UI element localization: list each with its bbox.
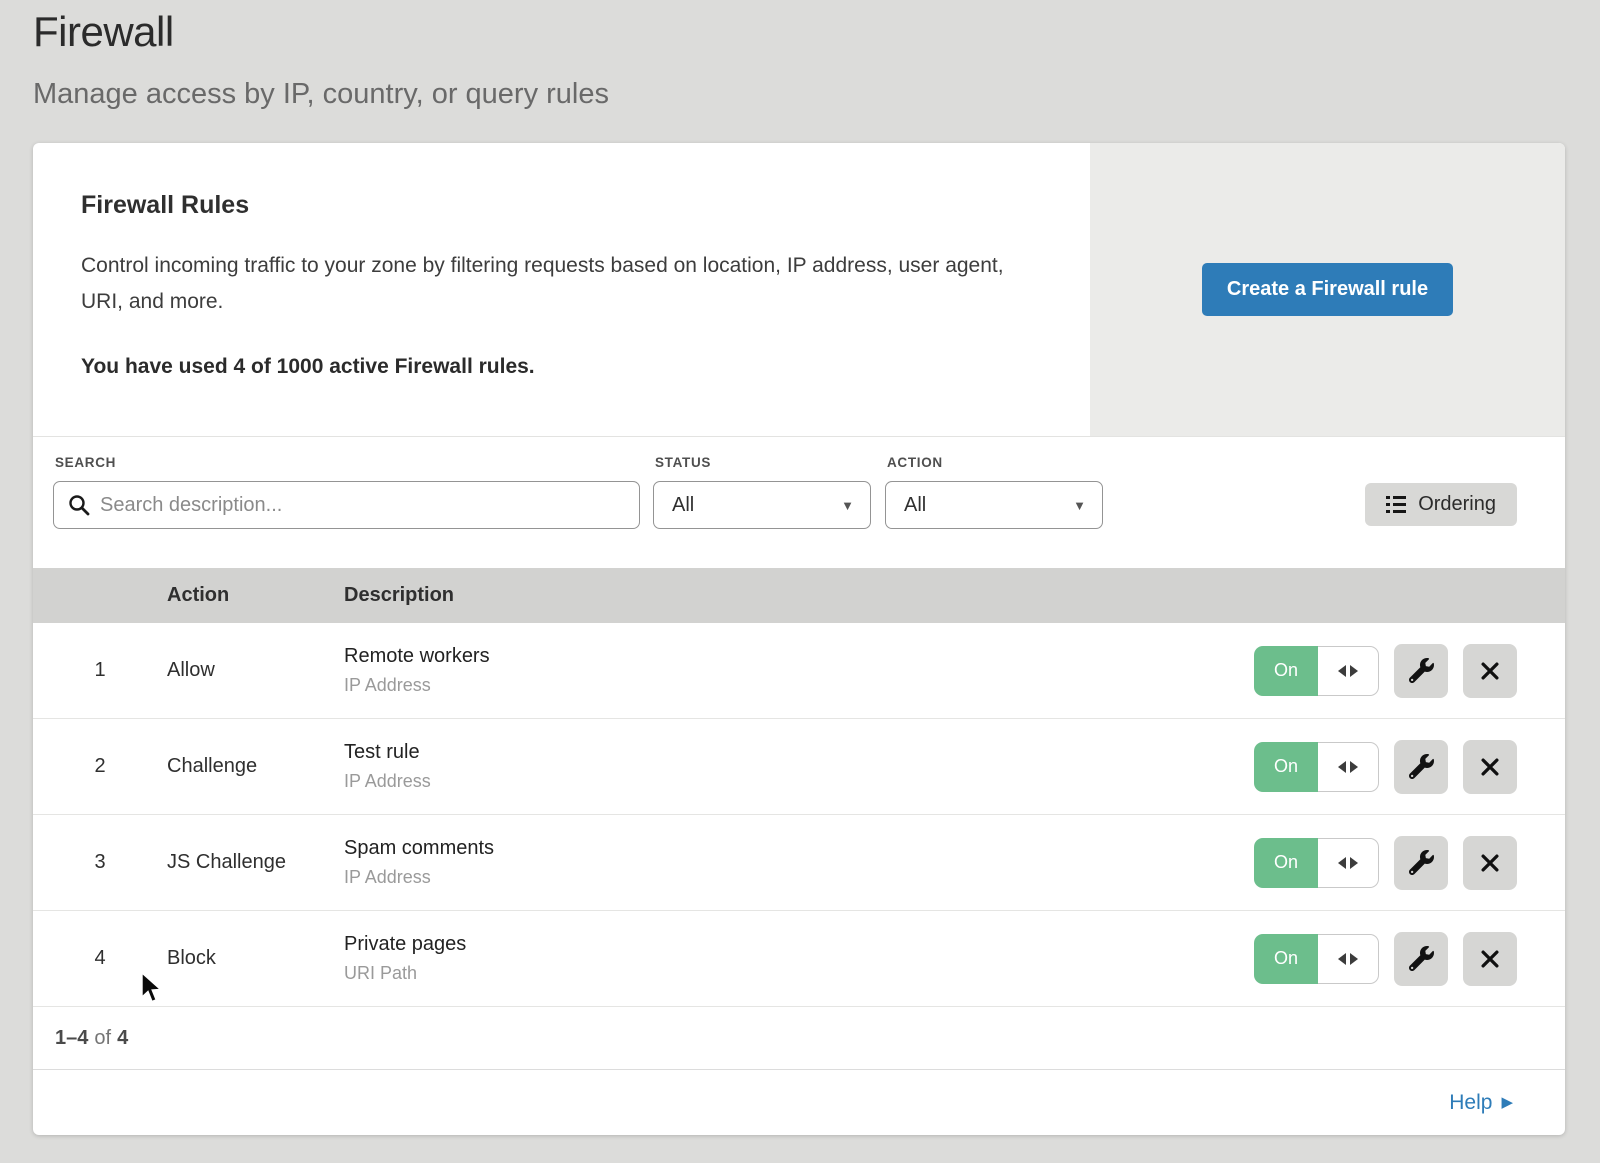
- column-header-action: Action: [167, 584, 344, 607]
- wrench-icon: [1409, 946, 1434, 971]
- rule-description-cell: Remote workers IP Address: [344, 645, 1254, 696]
- action-group: ACTION All ▼: [885, 455, 1103, 529]
- toggle-on-label[interactable]: On: [1254, 646, 1318, 696]
- card-top-section: Firewall Rules Control incoming traffic …: [33, 143, 1565, 437]
- edit-rule-button[interactable]: [1394, 932, 1448, 986]
- table-row: 3 JS Challenge Spam comments IP Address …: [33, 815, 1565, 911]
- pagination-range: 1–4: [55, 1027, 88, 1050]
- filter-bar: SEARCH STATUS All ▼: [33, 437, 1565, 568]
- status-select[interactable]: All ▼: [653, 481, 871, 529]
- x-icon: [1479, 852, 1501, 874]
- rule-controls: On: [1254, 740, 1565, 794]
- rule-priority: 3: [33, 851, 167, 874]
- page-title: Firewall: [33, 8, 174, 56]
- toggle-arrows-icon[interactable]: [1318, 646, 1379, 696]
- rule-description: Test rule: [344, 741, 1254, 764]
- search-input[interactable]: [53, 481, 640, 529]
- rule-description: Remote workers: [344, 645, 1254, 668]
- rule-field: IP Address: [344, 867, 1254, 888]
- rule-priority: 2: [33, 755, 167, 778]
- delete-rule-button[interactable]: [1463, 644, 1517, 698]
- delete-rule-button[interactable]: [1463, 836, 1517, 890]
- card-description: Control incoming traffic to your zone by…: [81, 248, 1041, 320]
- toggle-on-label[interactable]: On: [1254, 934, 1318, 984]
- arrow-right-icon: ▶: [1501, 1095, 1513, 1110]
- table-row: 1 Allow Remote workers IP Address On: [33, 623, 1565, 719]
- rule-enabled-toggle[interactable]: On: [1254, 838, 1379, 888]
- firewall-page: Firewall Manage access by IP, country, o…: [0, 0, 1600, 1163]
- table-body: 1 Allow Remote workers IP Address On: [33, 623, 1565, 1007]
- rule-priority: 1: [33, 659, 167, 682]
- rule-action: JS Challenge: [167, 851, 344, 874]
- pagination-of: of: [94, 1027, 111, 1050]
- card-heading: Firewall Rules: [81, 191, 1042, 220]
- rule-enabled-toggle[interactable]: On: [1254, 934, 1379, 984]
- action-value: All: [904, 494, 926, 517]
- rule-field: IP Address: [344, 675, 1254, 696]
- help-link[interactable]: Help ▶: [1449, 1091, 1513, 1115]
- chevron-down-icon: ▼: [1073, 498, 1086, 513]
- toggle-on-label[interactable]: On: [1254, 742, 1318, 792]
- rule-description: Spam comments: [344, 837, 1254, 860]
- wrench-icon: [1409, 754, 1434, 779]
- edit-rule-button[interactable]: [1394, 644, 1448, 698]
- create-firewall-rule-button[interactable]: Create a Firewall rule: [1202, 263, 1453, 316]
- x-icon: [1479, 948, 1501, 970]
- toggle-arrows-icon[interactable]: [1318, 742, 1379, 792]
- rule-description-cell: Spam comments IP Address: [344, 837, 1254, 888]
- help-row: Help ▶: [33, 1070, 1565, 1135]
- toggle-on-label[interactable]: On: [1254, 838, 1318, 888]
- pagination-total: 4: [117, 1027, 128, 1050]
- chevron-down-icon: ▼: [841, 498, 854, 513]
- edit-rule-button[interactable]: [1394, 836, 1448, 890]
- list-icon: [1386, 496, 1407, 514]
- x-icon: [1479, 660, 1501, 682]
- edit-rule-button[interactable]: [1394, 740, 1448, 794]
- page-subtitle: Manage access by IP, country, or query r…: [33, 78, 609, 111]
- cta-panel: Create a Firewall rule: [1090, 143, 1565, 436]
- rule-description-cell: Test rule IP Address: [344, 741, 1254, 792]
- ordering-label: Ordering: [1418, 493, 1496, 516]
- rule-field: URI Path: [344, 963, 1254, 984]
- table-row: 4 Block Private pages URI Path On: [33, 911, 1565, 1007]
- pagination: 1–4 of 4: [33, 1007, 1565, 1070]
- rule-controls: On: [1254, 836, 1565, 890]
- rule-action: Allow: [167, 659, 344, 682]
- action-label: ACTION: [887, 455, 1103, 470]
- rule-field: IP Address: [344, 771, 1254, 792]
- rule-enabled-toggle[interactable]: On: [1254, 742, 1379, 792]
- wrench-icon: [1409, 850, 1434, 875]
- search-input-wrap: [53, 481, 640, 529]
- toggle-arrows-icon[interactable]: [1318, 934, 1379, 984]
- table-header: Action Description: [33, 568, 1565, 623]
- column-header-description: Description: [344, 584, 1565, 607]
- rule-description-cell: Private pages URI Path: [344, 933, 1254, 984]
- action-select[interactable]: All ▼: [885, 481, 1103, 529]
- status-label: STATUS: [655, 455, 871, 470]
- rule-controls: On: [1254, 932, 1565, 986]
- ordering-button[interactable]: Ordering: [1365, 483, 1517, 526]
- rule-action: Challenge: [167, 755, 344, 778]
- status-group: STATUS All ▼: [653, 455, 871, 529]
- search-group: SEARCH: [53, 455, 640, 529]
- rule-enabled-toggle[interactable]: On: [1254, 646, 1379, 696]
- x-icon: [1479, 756, 1501, 778]
- rule-description: Private pages: [344, 933, 1254, 956]
- table-row: 2 Challenge Test rule IP Address On: [33, 719, 1565, 815]
- usage-note: You have used 4 of 1000 active Firewall …: [81, 355, 1042, 379]
- rule-priority: 4: [33, 947, 167, 970]
- search-label: SEARCH: [55, 455, 640, 470]
- firewall-rules-card: Firewall Rules Control incoming traffic …: [33, 143, 1565, 1135]
- rule-controls: On: [1254, 644, 1565, 698]
- help-label: Help: [1449, 1091, 1492, 1115]
- search-icon: [67, 493, 91, 517]
- wrench-icon: [1409, 658, 1434, 683]
- rule-action: Block: [167, 947, 344, 970]
- card-info: Firewall Rules Control incoming traffic …: [33, 143, 1090, 436]
- delete-rule-button[interactable]: [1463, 740, 1517, 794]
- toggle-arrows-icon[interactable]: [1318, 838, 1379, 888]
- status-value: All: [672, 494, 694, 517]
- delete-rule-button[interactable]: [1463, 932, 1517, 986]
